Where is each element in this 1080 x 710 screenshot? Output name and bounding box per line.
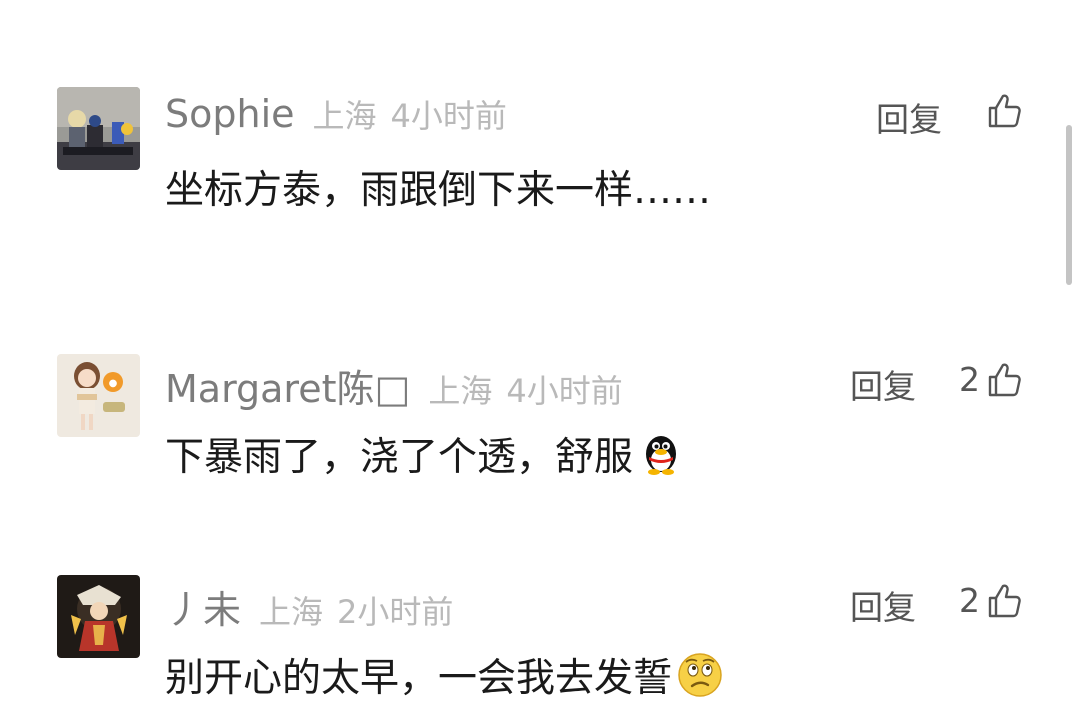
reply-button[interactable]: 回复 <box>850 360 916 408</box>
thumbs-up-icon <box>988 584 1021 617</box>
comment-text-content: 坐标方泰，雨跟倒下来一样…… <box>165 168 712 213</box>
timestamp: 4小时前 <box>506 372 623 410</box>
avatar[interactable]: ● <box>57 354 140 437</box>
reply-button[interactable]: 回复 <box>850 581 916 629</box>
avatar[interactable] <box>57 87 140 170</box>
comment-text-content: 别开心的太早，一会我去发誓 <box>165 656 673 701</box>
username[interactable]: Margaret陈□ <box>165 358 410 413</box>
like-count: 2 <box>959 581 980 620</box>
comment-text: 下暴雨了，浇了个透，舒服 <box>165 426 685 482</box>
scrollbar[interactable] <box>1066 125 1072 285</box>
comment-meta: Sophie 上海 4小时前 <box>165 91 507 141</box>
svg-text:●: ● <box>109 378 118 389</box>
comment-meta: 丿未 上海 2小时前 <box>165 579 453 632</box>
comment-text-content: 下暴雨了，浇了个透，舒服 <box>165 435 634 480</box>
like-button[interactable] <box>980 93 1022 129</box>
thumbs-up-icon <box>988 94 1021 128</box>
timestamp: 4小时前 <box>390 97 507 135</box>
username[interactable]: 丿未 <box>165 579 241 634</box>
location-label: 上海 <box>428 372 493 410</box>
worried-face-emoji-icon <box>678 653 722 697</box>
thumbs-up-icon <box>988 363 1021 396</box>
like-count: 2 <box>959 360 980 399</box>
avatar-girl-icon: ● <box>57 354 140 437</box>
avatar[interactable] <box>57 575 140 658</box>
avatar-game-character-icon <box>57 575 140 658</box>
like-button[interactable]: 2 <box>959 581 1022 620</box>
comment-item: ● Margaret陈□ 上海 4小时前 回复 2 下暴雨了，浇了个透，舒服 <box>0 354 1060 524</box>
comment-meta: Margaret陈□ 上海 4小时前 <box>165 358 623 411</box>
reply-button[interactable]: 回复 <box>876 93 942 141</box>
comment-item: 丿未 上海 2小时前 回复 2 别开心的太早，一会我去发誓 <box>0 575 1060 710</box>
location-label: 上海 <box>312 97 377 135</box>
avatar-figurine-icon <box>57 87 140 170</box>
comment-item: Sophie 上海 4小时前 回复 坐标方泰，雨跟倒下来一样…… <box>0 87 1060 257</box>
comment-text: 坐标方泰，雨跟倒下来一样…… <box>165 159 711 215</box>
location-label: 上海 <box>259 593 324 631</box>
like-button[interactable]: 2 <box>959 360 1022 399</box>
comment-text: 别开心的太早，一会我去发誓 <box>165 647 724 703</box>
username[interactable]: Sophie <box>165 92 295 136</box>
penguin-emoji-icon <box>646 436 677 475</box>
timestamp: 2小时前 <box>337 593 454 631</box>
comments-screen: Sophie 上海 4小时前 回复 坐标方泰，雨跟倒下来一样…… ● Marga… <box>0 0 1080 710</box>
